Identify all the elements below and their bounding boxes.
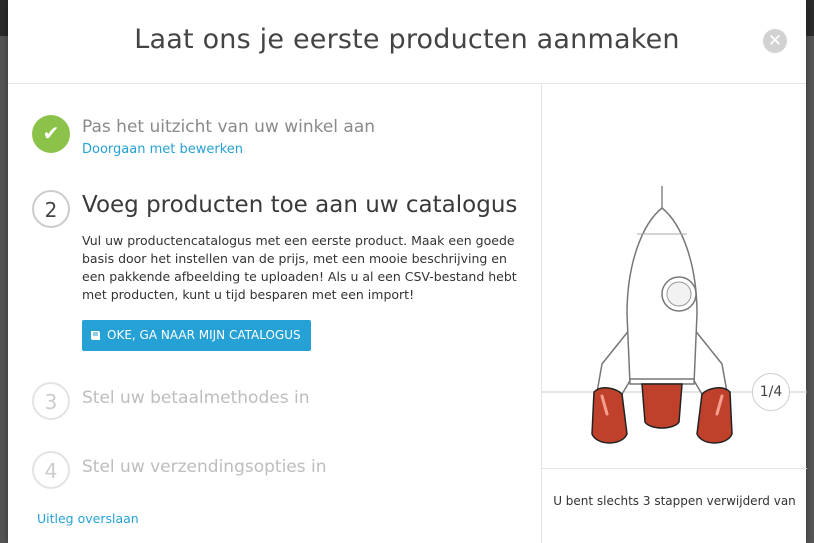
step-1-title: Pas het uitzicht van uw winkel aan	[82, 117, 376, 137]
panel-divider	[542, 468, 807, 469]
close-icon[interactable]: ✕	[763, 29, 787, 53]
skip-tutorial-link[interactable]: Uitleg overslaan	[37, 511, 139, 526]
step-3-number: 3	[32, 382, 70, 420]
book-icon	[91, 331, 100, 340]
step-3-title: Stel uw betaalmethodes in	[82, 388, 310, 408]
illustration-panel: 1/4 U bent slechts 3 stappen verwijderd …	[541, 84, 807, 543]
go-to-catalog-label: OKE, GA NAAR MIJN CATALOGUS	[107, 328, 301, 342]
step-2-number: 2	[32, 190, 70, 228]
step-4-number: 4	[32, 451, 70, 489]
steps-panel: ✔ Pas het uitzicht van uw winkel aan Doo…	[8, 84, 541, 543]
continue-editing-link[interactable]: Doorgaan met bewerken	[82, 142, 243, 157]
steps-remaining-text: U bent slechts 3 stappen verwijderd van	[553, 494, 796, 508]
step-2-title: Voeg producten toe aan uw catalogus	[82, 192, 518, 218]
onboarding-modal: Laat ons je eerste producten aanmaken ✕ …	[8, 0, 807, 543]
step-2-description: Vul uw productencatalogus met een eerste…	[82, 233, 517, 302]
modal-header: Laat ons je eerste producten aanmaken ✕	[8, 0, 806, 84]
modal-title: Laat ons je eerste producten aanmaken	[134, 24, 680, 55]
progress-indicator: 1/4	[752, 373, 790, 411]
step-4-title: Stel uw verzendingsopties in	[82, 457, 327, 477]
go-to-catalog-button[interactable]: OKE, GA NAAR MIJN CATALOGUS	[82, 320, 311, 351]
checkmark-icon: ✔	[32, 115, 70, 153]
